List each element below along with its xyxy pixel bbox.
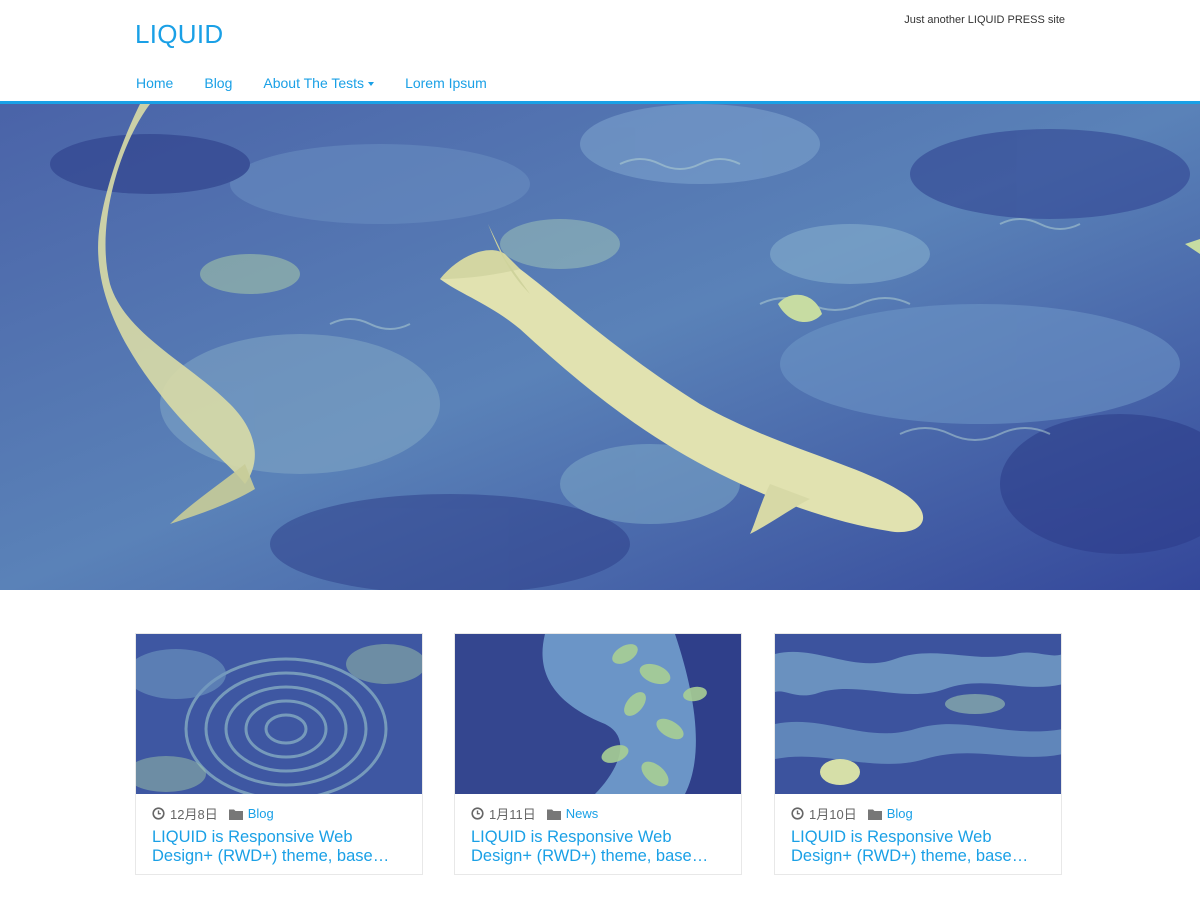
nav-item-about-the-tests[interactable]: About The Tests <box>263 75 375 91</box>
post-title-line: Design+ (RWD+) theme, base… <box>471 847 709 865</box>
post-title-link[interactable]: LIQUID is Responsive Web Design+ (RWD+) … <box>791 828 1051 866</box>
nav-item-label: About The Tests <box>263 75 365 91</box>
clock-icon <box>152 807 165 820</box>
post-title-link[interactable]: LIQUID is Responsive Web Design+ (RWD+) … <box>471 828 731 866</box>
nav-item-home[interactable]: Home <box>136 75 173 91</box>
site-logo[interactable]: LIQUID <box>135 19 223 50</box>
water-reflection-image <box>775 634 1061 794</box>
main-nav: Home Blog About The Tests Lorem Ipsum <box>136 75 518 91</box>
post-category-link[interactable]: News <box>566 806 599 821</box>
post-list: 12月8日 Blog LIQUID is Responsive Web Desi… <box>135 633 1065 875</box>
post-thumbnail[interactable] <box>775 634 1061 794</box>
water-ripple-image <box>136 634 422 794</box>
post-date: 1月10日 <box>809 807 857 822</box>
nav-item-label: Blog <box>204 75 233 91</box>
nav-item-lorem-ipsum[interactable]: Lorem Ipsum <box>405 75 487 91</box>
caret-down-icon <box>368 82 375 86</box>
post-meta: 1月10日 Blog <box>791 804 913 823</box>
post-title-line: LIQUID is Responsive Web <box>152 828 353 846</box>
post-thumbnail[interactable] <box>136 634 422 794</box>
post-category-link[interactable]: Blog <box>887 806 913 821</box>
post-title-line: Design+ (RWD+) theme, base… <box>152 847 390 865</box>
folder-icon <box>546 809 561 820</box>
folder-icon <box>228 809 243 820</box>
site-header: LIQUID Just another LIQUID PRESS site Ho… <box>0 0 1200 104</box>
post-title-line: Design+ (RWD+) theme, base… <box>791 847 1029 865</box>
post-title-link[interactable]: LIQUID is Responsive Web Design+ (RWD+) … <box>152 828 412 866</box>
koi-pond-illustration <box>0 104 1200 590</box>
post-title-line: LIQUID is Responsive Web <box>471 828 672 846</box>
post-meta: 1月11日 News <box>471 804 598 823</box>
post-thumbnail[interactable] <box>455 634 741 794</box>
post-meta: 12月8日 Blog <box>152 804 274 823</box>
post-card[interactable]: 1月11日 News LIQUID is Responsive Web Desi… <box>454 633 742 875</box>
clock-icon <box>471 807 484 820</box>
post-date: 12月8日 <box>170 807 218 822</box>
leaves-in-water-image <box>455 634 741 794</box>
post-title-line: LIQUID is Responsive Web <box>791 828 992 846</box>
clock-icon <box>791 807 804 820</box>
nav-item-label: Lorem Ipsum <box>405 75 487 91</box>
hero-image <box>0 104 1200 590</box>
post-date: 1月11日 <box>489 807 536 822</box>
folder-icon <box>867 809 882 820</box>
post-category-link[interactable]: Blog <box>248 806 274 821</box>
nav-item-blog[interactable]: Blog <box>204 75 232 91</box>
post-card[interactable]: 12月8日 Blog LIQUID is Responsive Web Desi… <box>135 633 423 875</box>
post-card[interactable]: 1月10日 Blog LIQUID is Responsive Web Desi… <box>774 633 1062 875</box>
nav-item-label: Home <box>136 75 174 91</box>
site-tagline: Just another LIQUID PRESS site <box>904 14 1065 26</box>
